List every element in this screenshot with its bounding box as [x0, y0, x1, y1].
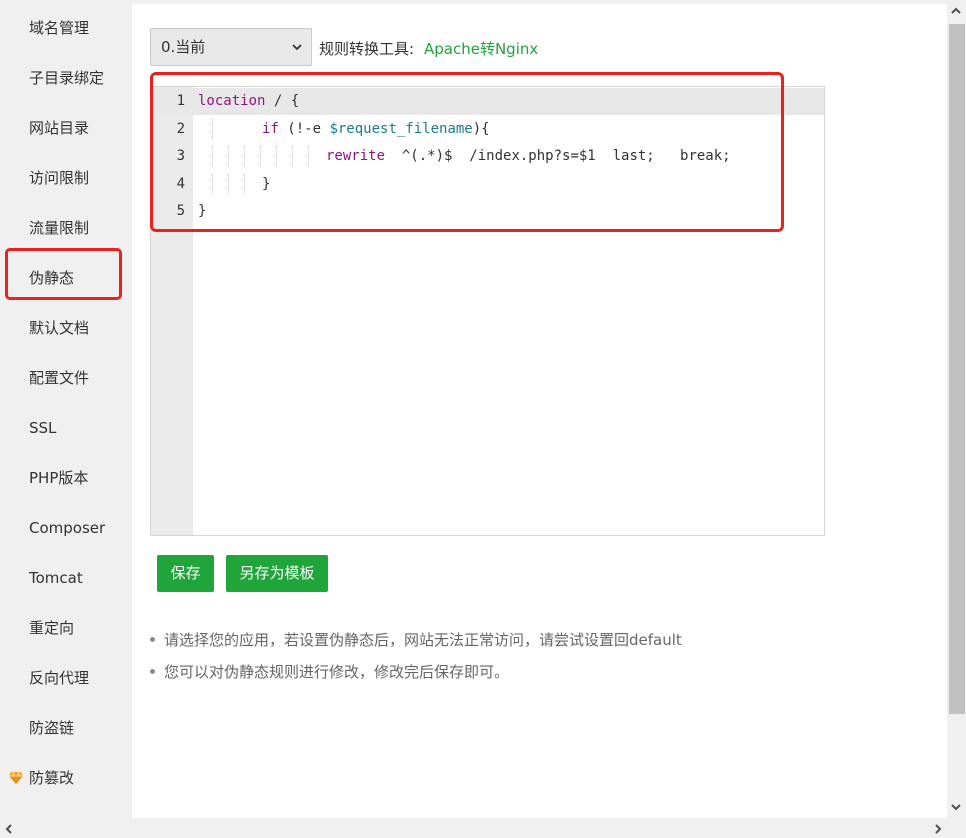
converter-label: 规则转换工具:	[319, 40, 415, 58]
sidebar-item-traffic-limit[interactable]: 流量限制	[29, 213, 89, 243]
sidebar-item-subdir-binding[interactable]: 子目录绑定	[29, 63, 104, 93]
sidebar-item-tamper-proof[interactable]: 防篡改	[29, 763, 74, 793]
sidebar-item-site-directory[interactable]: 网站目录	[29, 113, 89, 143]
rewrite-template-select[interactable]: 0.当前	[150, 28, 312, 66]
tip-text: 您可以对伪静态规则进行修改，修改完后保存即可。	[164, 663, 510, 681]
gem-icon	[9, 771, 23, 784]
select-value: 0.当前	[161, 38, 206, 56]
sidebar-item-domain[interactable]: 域名管理	[29, 13, 89, 43]
tip-text: 请选择您的应用，若设置伪静态后，网站无法正常访问，请尝试设置回default	[164, 631, 682, 649]
apache-to-nginx-link[interactable]: Apache转Nginx	[424, 38, 538, 59]
scroll-down-arrow-icon[interactable]	[950, 802, 962, 812]
scrollbar-thumb[interactable]	[949, 24, 965, 714]
active-item-annotation	[5, 248, 122, 300]
editor-annotation	[150, 72, 784, 232]
sidebar-item-hotlink-protection[interactable]: 防盗链	[29, 713, 74, 743]
bullet-icon	[150, 636, 155, 642]
chevron-down-icon	[292, 44, 302, 51]
sidebar-item-config-file[interactable]: 配置文件	[29, 363, 89, 393]
tip-item: 请选择您的应用，若设置伪静态后，网站无法正常访问，请尝试设置回default	[150, 629, 682, 650]
sidebar-item-access-limit[interactable]: 访问限制	[29, 163, 89, 193]
sidebar-item-composer[interactable]: Composer	[29, 513, 105, 543]
tip-item: 您可以对伪静态规则进行修改，修改完后保存即可。	[150, 661, 509, 682]
sidebar-item-ssl[interactable]: SSL	[29, 413, 56, 443]
sidebar: 域名管理 子目录绑定 网站目录 访问限制 流量限制 伪静态 默认文档 配置文件 …	[0, 0, 132, 838]
sidebar-item-reverse-proxy[interactable]: 反向代理	[29, 663, 89, 693]
sidebar-item-redirect[interactable]: 重定向	[29, 613, 74, 643]
scroll-up-arrow-icon[interactable]	[950, 6, 962, 16]
save-button[interactable]: 保存	[157, 555, 214, 592]
scroll-left-arrow-icon[interactable]	[4, 823, 14, 835]
bullet-icon	[150, 668, 155, 674]
scroll-right-arrow-icon[interactable]	[933, 823, 943, 835]
sidebar-item-tomcat[interactable]: Tomcat	[29, 563, 83, 593]
save-as-template-button[interactable]: 另存为模板	[226, 555, 328, 592]
sidebar-item-default-document[interactable]: 默认文档	[29, 313, 89, 343]
sidebar-item-php-version[interactable]: PHP版本	[29, 463, 88, 493]
